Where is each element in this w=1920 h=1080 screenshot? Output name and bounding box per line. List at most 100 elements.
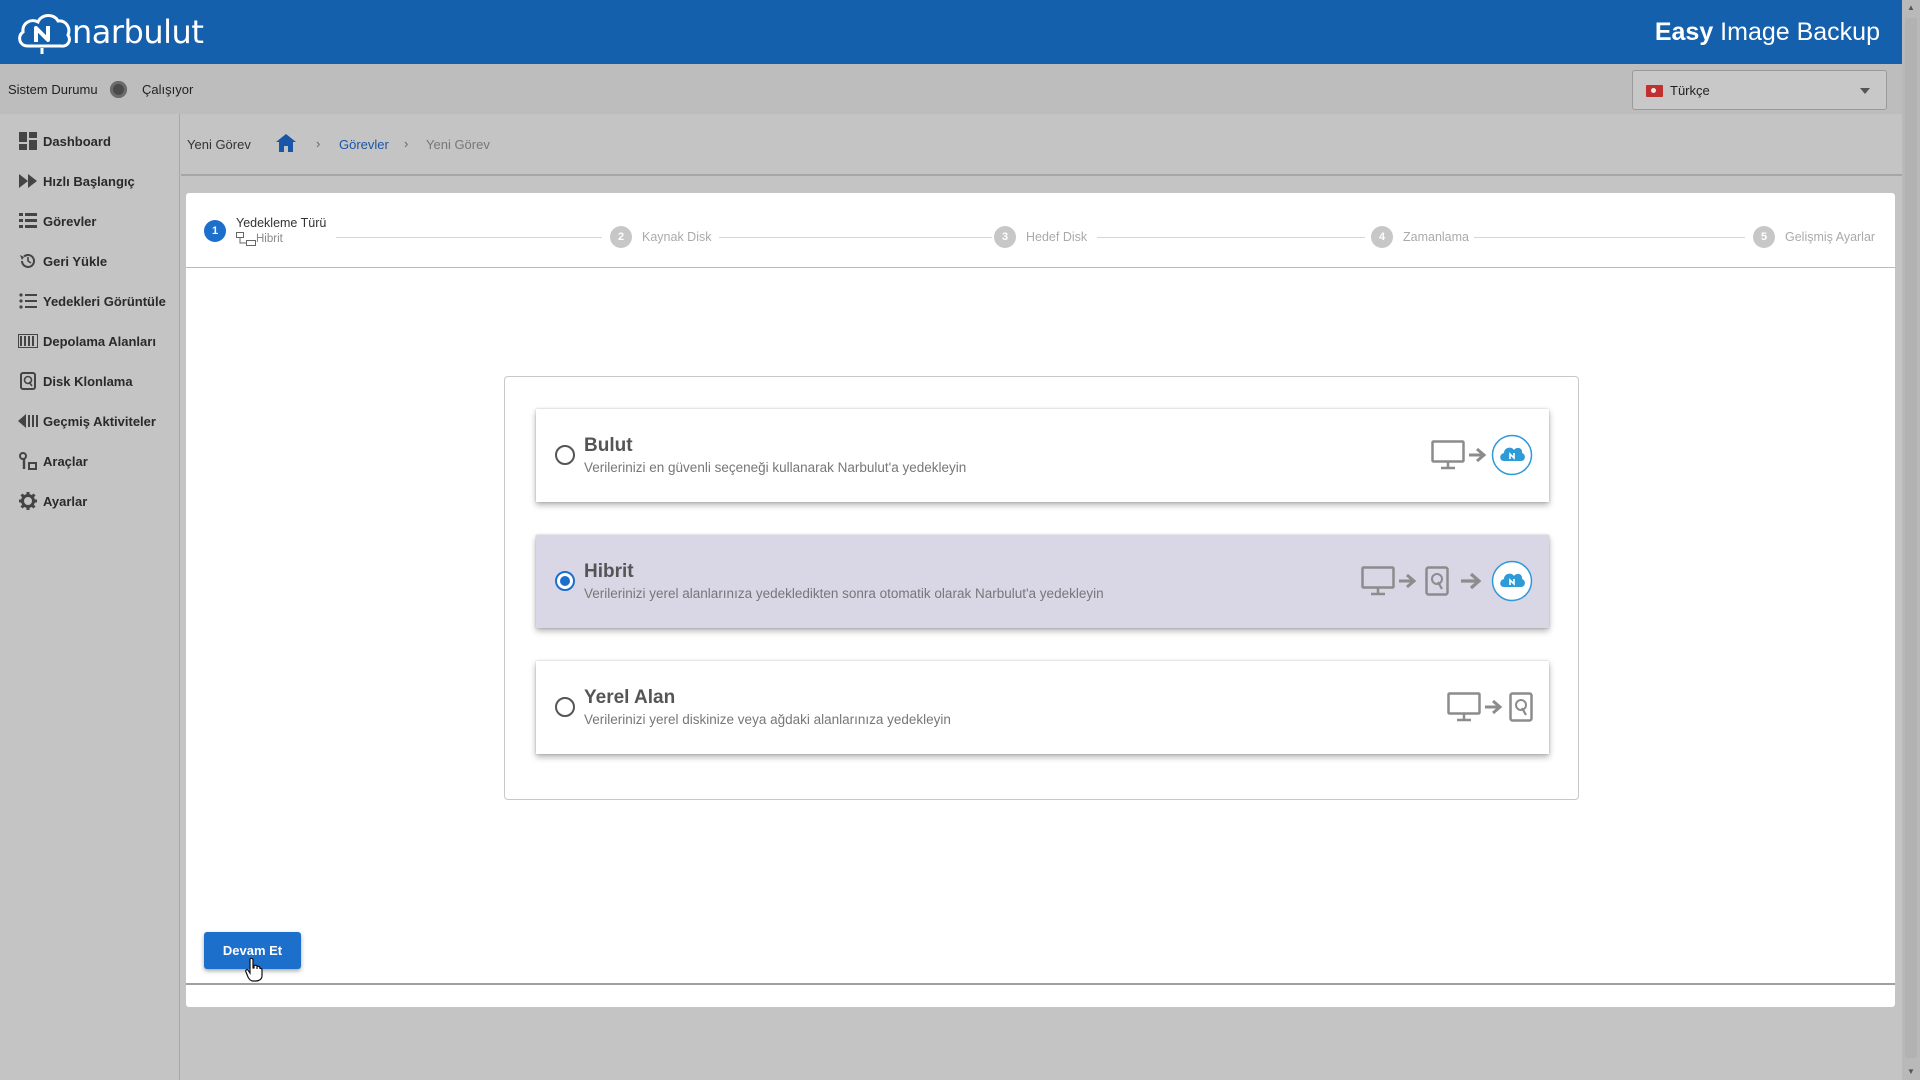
option-title: Bulut (584, 435, 633, 456)
breadcrumb-link-tasks[interactable]: Görevler (339, 137, 389, 152)
sidebar-item-disk-clone[interactable]: Disk Klonlama (0, 361, 180, 401)
cloud-icon (1491, 434, 1533, 476)
page-title: Yeni Görev (187, 137, 251, 152)
breadcrumb-current: Yeni Görev (426, 137, 490, 152)
step-number: 1 (204, 220, 226, 242)
option-description: Verilerinizi yerel alanlarınıza yedekled… (584, 586, 1104, 601)
sidebar-item-label: Disk Klonlama (43, 373, 133, 389)
step-connector (1474, 237, 1745, 238)
option-description: Verilerinizi yerel diskinize veya ağdaki… (584, 712, 951, 727)
hybrid-icon (236, 232, 256, 246)
sidebar-item-label: Görevler (43, 213, 97, 229)
arrow-right-icon (1469, 447, 1487, 463)
logo-text: narbulut (72, 13, 204, 51)
option-flow (1361, 559, 1533, 603)
option-local[interactable]: Yerel Alan Verilerinizi yerel diskinize … (536, 661, 1549, 754)
step-label: Yedekleme Türü (236, 216, 327, 230)
sidebar-item-label: Dashboard (43, 133, 111, 149)
radio-hybrid[interactable] (555, 571, 575, 591)
narbulut-logo[interactable]: narbulut (14, 8, 204, 56)
language-select[interactable]: Türkçe (1632, 70, 1887, 110)
sidebar-item-restore[interactable]: Geri Yükle (0, 241, 180, 281)
history-icon (18, 411, 38, 431)
monitor-icon (1431, 440, 1465, 470)
step-advanced-settings[interactable]: 5 Gelişmiş Ayarlar (1753, 226, 1875, 248)
option-flow (1431, 433, 1533, 477)
scroll-up-icon[interactable]: ▲ (1902, 0, 1920, 16)
step-number: 4 (1371, 226, 1393, 248)
list-icon (18, 211, 38, 231)
disk-icon (1509, 692, 1533, 722)
sidebar-item-label: Yedekleri Görüntüle (43, 293, 166, 309)
sidebar-item-tools[interactable]: Araçlar (0, 441, 180, 481)
step-target-disk[interactable]: 3 Hedef Disk (994, 226, 1087, 248)
tools-icon (18, 451, 38, 471)
sidebar-item-quick-start[interactable]: Hızlı Başlangıç (0, 161, 180, 201)
step-source-disk[interactable]: 2 Kaynak Disk (610, 226, 711, 248)
sidebar-item-label: Depolama Alanları (43, 333, 156, 349)
option-title: Hibrit (584, 561, 634, 582)
disk-icon (1425, 566, 1449, 596)
step-label: Kaynak Disk (642, 230, 712, 244)
turkey-flag-icon (1646, 85, 1663, 97)
wizard-card: 1 Yedekleme Türü Hibrit 2 Kaynak Disk 3 … (186, 193, 1895, 1007)
chevron-down-icon (1860, 88, 1870, 94)
step-number: 5 (1753, 226, 1775, 248)
arrow-right-icon (1399, 573, 1417, 589)
step-connector (336, 237, 602, 238)
option-title: Yerel Alan (584, 687, 676, 708)
scroll-down-icon[interactable]: ▼ (1902, 1064, 1920, 1080)
sidebar-item-label: Geri Yükle (43, 253, 108, 269)
monitor-icon (1361, 566, 1395, 596)
step-sublabel: Hibrit (256, 233, 283, 245)
step-label: Zamanlama (1403, 230, 1469, 244)
scrollbar-thumb[interactable] (1905, 18, 1917, 1058)
option-flow (1447, 685, 1533, 729)
sidebar-item-view-backups[interactable]: Yedekleri Görüntüle (0, 281, 180, 321)
step-backup-type[interactable]: 1 Yedekleme Türü Hibrit (204, 216, 326, 246)
step-number: 3 (994, 226, 1016, 248)
gear-icon (18, 491, 38, 511)
sidebar-item-label: Hızlı Başlangıç (43, 173, 135, 189)
fast-forward-icon (18, 171, 38, 191)
card-divider (186, 983, 1895, 985)
backup-type-options: Bulut Verilerinizi en güvenli seçeneği k… (504, 376, 1579, 800)
top-header: narbulut Easy Image Backup (0, 0, 1902, 64)
radio-cloud[interactable] (555, 445, 575, 465)
step-label: Hedef Disk (1026, 230, 1088, 244)
monitor-icon (1447, 692, 1481, 722)
app-title: Easy Image Backup (1654, 18, 1880, 46)
page-scrollbar[interactable]: ▲ ▼ (1902, 0, 1920, 1080)
breadcrumb: Yeni Görev › Görevler › Yeni Görev (181, 114, 1902, 176)
step-connector (719, 237, 992, 238)
status-label: Sistem Durumu (8, 82, 98, 97)
radio-local[interactable] (555, 697, 575, 717)
sidebar-item-dashboard[interactable]: Dashboard (0, 121, 180, 161)
sidebar-item-label: Geçmiş Aktiviteler (43, 413, 156, 429)
arrow-right-icon (1485, 699, 1503, 715)
sidebar-item-label: Ayarlar (43, 493, 88, 509)
sidebar-item-tasks[interactable]: Görevler (0, 201, 180, 241)
step-number: 2 (610, 226, 632, 248)
sidebar-item-settings[interactable]: Ayarlar (0, 481, 180, 521)
status-value: Çalışıyor (142, 82, 194, 97)
disk-icon (18, 371, 38, 391)
status-bar: Sistem Durumu Çalışıyor Türkçe (0, 64, 1902, 114)
status-indicator-icon (110, 81, 127, 98)
dashboard-icon (18, 131, 38, 151)
language-selected: Türkçe (1670, 83, 1710, 98)
cloud-icon (1491, 560, 1533, 602)
sidebar-item-history[interactable]: Geçmiş Aktiviteler (0, 401, 180, 441)
step-connector (1097, 237, 1365, 238)
option-description: Verilerinizi en güvenli seçeneği kullana… (584, 460, 967, 475)
step-schedule[interactable]: 4 Zamanlama (1371, 226, 1469, 248)
sidebar-item-storage[interactable]: Depolama Alanları (0, 321, 180, 361)
home-icon[interactable] (276, 134, 296, 157)
option-cloud[interactable]: Bulut Verilerinizi en güvenli seçeneği k… (536, 409, 1549, 502)
cloud-logo-icon (18, 14, 71, 54)
option-hybrid[interactable]: Hibrit Verilerinizi yerel alanlarınıza y… (536, 535, 1549, 628)
wizard-stepper: 1 Yedekleme Türü Hibrit 2 Kaynak Disk 3 … (186, 193, 1895, 268)
breadcrumb-separator: › (404, 136, 409, 151)
arrow-right-icon (1461, 572, 1483, 590)
restore-icon (18, 251, 38, 271)
